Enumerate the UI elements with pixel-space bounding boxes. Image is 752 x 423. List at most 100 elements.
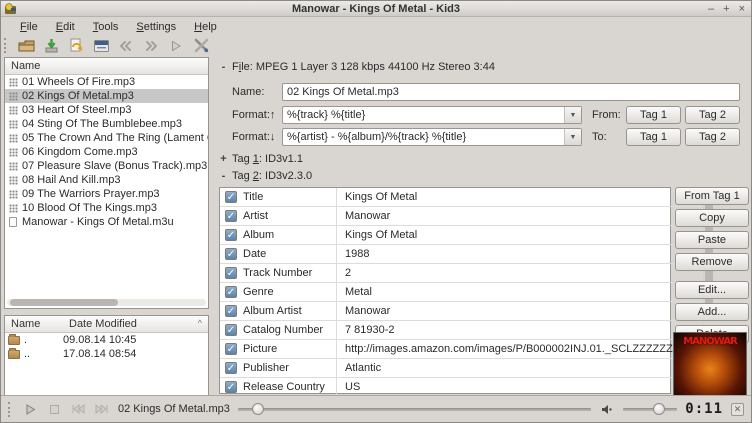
audio-file-icon <box>9 148 18 157</box>
copy-button[interactable]: Copy <box>675 209 749 227</box>
dir-column-name[interactable]: Name <box>11 318 69 330</box>
file-list-item[interactable]: 04 Sting Of The Bumblebee.mp3 <box>5 117 208 131</box>
checkbox-checked-icon[interactable] <box>225 229 237 241</box>
format-from-combobox[interactable]: %{track} %{title} ▼ <box>282 106 582 124</box>
close-player-icon[interactable]: ✕ <box>731 403 744 416</box>
tag2-button-column: From Tag 1 Copy Paste Remove Edit... Add… <box>675 187 749 347</box>
volume-slider[interactable] <box>623 402 677 416</box>
frame-row-date[interactable]: Date1988 <box>220 245 703 264</box>
open-folder-icon[interactable] <box>17 37 35 54</box>
volume-slider-handle[interactable] <box>653 403 665 415</box>
checkbox-checked-icon[interactable] <box>225 248 237 260</box>
speaker-icon[interactable] <box>599 401 615 417</box>
add-button[interactable]: Add... <box>675 303 749 321</box>
play-icon[interactable] <box>22 401 38 417</box>
frame-row-album[interactable]: AlbumKings Of Metal <box>220 226 703 245</box>
checkbox-checked-icon[interactable] <box>225 343 237 355</box>
commands-icon[interactable] <box>92 37 110 54</box>
file-list-item[interactable]: 08 Hail And Kill.mp3 <box>5 173 208 187</box>
file-info-line: - File: MPEG 1 Layer 3 128 kbps 44100 Hz… <box>219 61 740 73</box>
previous-track-icon[interactable] <box>70 401 86 417</box>
close-button[interactable]: × <box>739 1 745 17</box>
previous-file-icon[interactable] <box>117 37 135 54</box>
file-list-item[interactable]: 06 Kingdom Come.mp3 <box>5 145 208 159</box>
checkbox-checked-icon[interactable] <box>225 267 237 279</box>
frame-row-track-number[interactable]: Track Number2 <box>220 264 703 283</box>
dir-row-parent[interactable]: .. 17.08.14 08:54 <box>5 347 208 361</box>
to-tag2-button[interactable]: Tag 2 <box>685 128 740 146</box>
sort-ascending-icon[interactable]: ^ <box>198 318 202 328</box>
collapse-tag2-icon[interactable]: - <box>219 170 228 182</box>
frame-row-artist[interactable]: ArtistManowar <box>220 207 703 226</box>
to-tag1-button[interactable]: Tag 1 <box>626 128 681 146</box>
kid3-window: Manowar - Kings Of Metal - Kid3 – + × Fi… <box>0 0 752 423</box>
format-to-combobox[interactable]: %{artist} - %{album}/%{track} %{title} ▼ <box>282 128 582 146</box>
revert-icon[interactable] <box>67 37 85 54</box>
stop-icon[interactable] <box>46 401 62 417</box>
configure-icon[interactable] <box>192 37 210 54</box>
maximize-button[interactable]: + <box>723 1 729 17</box>
file-list-item[interactable]: 07 Pleasure Slave (Bonus Track).mp3 <box>5 159 208 173</box>
save-icon[interactable] <box>42 37 60 54</box>
file-list-item[interactable]: 03 Heart Of Steel.mp3 <box>5 103 208 117</box>
chevron-down-icon[interactable]: ▼ <box>564 107 581 123</box>
chevron-down-icon[interactable]: ▼ <box>564 129 581 145</box>
file-list-item[interactable]: 01 Wheels Of Fire.mp3 <box>5 75 208 89</box>
expand-tag1-icon[interactable]: + <box>219 153 228 165</box>
file-list-header[interactable]: Name <box>5 58 208 75</box>
menu-file[interactable]: File <box>11 20 47 34</box>
checkbox-checked-icon[interactable] <box>225 210 237 222</box>
paste-button[interactable]: Paste <box>675 231 749 249</box>
seek-slider-handle[interactable] <box>252 403 264 415</box>
format-from-row: Format:↑ %{track} %{title} ▼ From: Tag 1… <box>219 106 740 124</box>
tag1-section-label: Tag 1: ID3v1.1 <box>232 153 303 165</box>
checkbox-checked-icon[interactable] <box>225 305 237 317</box>
checkbox-checked-icon[interactable] <box>225 286 237 298</box>
file-list-item[interactable]: 05 The Crown And The Ring (Lament Of Th <box>5 131 208 145</box>
file-list-hscrollbar-thumb[interactable] <box>10 299 118 306</box>
frame-row-picture[interactable]: Picturehttp://images.amazon.com/images/P… <box>220 340 703 359</box>
checkbox-checked-icon[interactable] <box>225 381 237 393</box>
play-icon[interactable] <box>167 37 185 54</box>
folder-up-icon <box>8 350 20 359</box>
file-list-panel: Name 01 Wheels Of Fire.mp3 02 Kings Of M… <box>4 57 209 309</box>
filename-row: Name: 02 Kings Of Metal.mp3 <box>219 83 740 101</box>
collapse-file-section-icon[interactable]: - <box>219 61 228 73</box>
next-track-icon[interactable] <box>94 401 110 417</box>
title-bar[interactable]: Manowar - Kings Of Metal - Kid3 – + × <box>1 1 751 17</box>
file-list-hscrollbar[interactable] <box>7 299 206 306</box>
frame-row-album-artist[interactable]: Album ArtistManowar <box>220 302 703 321</box>
frame-row-title[interactable]: TitleKings Of Metal <box>220 188 703 207</box>
remove-button[interactable]: Remove <box>675 253 749 271</box>
file-list-item-playlist[interactable]: Manowar - Kings Of Metal.m3u <box>5 215 208 229</box>
checkbox-checked-icon[interactable] <box>225 191 237 203</box>
from-tag2-button[interactable]: Tag 2 <box>685 106 740 124</box>
seek-slider-track[interactable] <box>238 408 591 411</box>
volume-slider-track[interactable] <box>623 408 677 411</box>
menu-edit[interactable]: Edit <box>47 20 84 34</box>
edit-button[interactable]: Edit... <box>675 281 749 299</box>
next-file-icon[interactable] <box>142 37 160 54</box>
menu-settings[interactable]: Settings <box>127 20 185 34</box>
dir-row-current[interactable]: . 09.08.14 10:45 <box>5 333 208 347</box>
filename-input[interactable]: 02 Kings Of Metal.mp3 <box>282 83 740 101</box>
seek-slider[interactable] <box>238 402 591 416</box>
from-tag1-button[interactable]: Tag 1 <box>626 106 681 124</box>
format-to-label: Format:↓ <box>232 131 278 143</box>
player-grip[interactable] <box>8 402 12 417</box>
frame-row-catalog-number[interactable]: Catalog Number7 81930-2 <box>220 321 703 340</box>
frame-row-publisher[interactable]: PublisherAtlantic <box>220 359 703 378</box>
file-list-item-selected[interactable]: 02 Kings Of Metal.mp3 <box>5 89 208 103</box>
minimize-button[interactable]: – <box>708 1 714 17</box>
toolbar-grip[interactable] <box>4 38 8 53</box>
file-list: 01 Wheels Of Fire.mp3 02 Kings Of Metal.… <box>5 75 208 229</box>
frame-row-genre[interactable]: GenreMetal <box>220 283 703 302</box>
checkbox-checked-icon[interactable] <box>225 324 237 336</box>
dir-column-date-modified[interactable]: Date Modified <box>69 318 137 330</box>
file-list-item[interactable]: 09 The Warriors Prayer.mp3 <box>5 187 208 201</box>
checkbox-checked-icon[interactable] <box>225 362 237 374</box>
from-tag1-copy-button[interactable]: From Tag 1 <box>675 187 749 205</box>
file-list-item[interactable]: 10 Blood Of The Kings.mp3 <box>5 201 208 215</box>
menu-tools[interactable]: Tools <box>84 20 128 34</box>
menu-help[interactable]: Help <box>185 20 226 34</box>
